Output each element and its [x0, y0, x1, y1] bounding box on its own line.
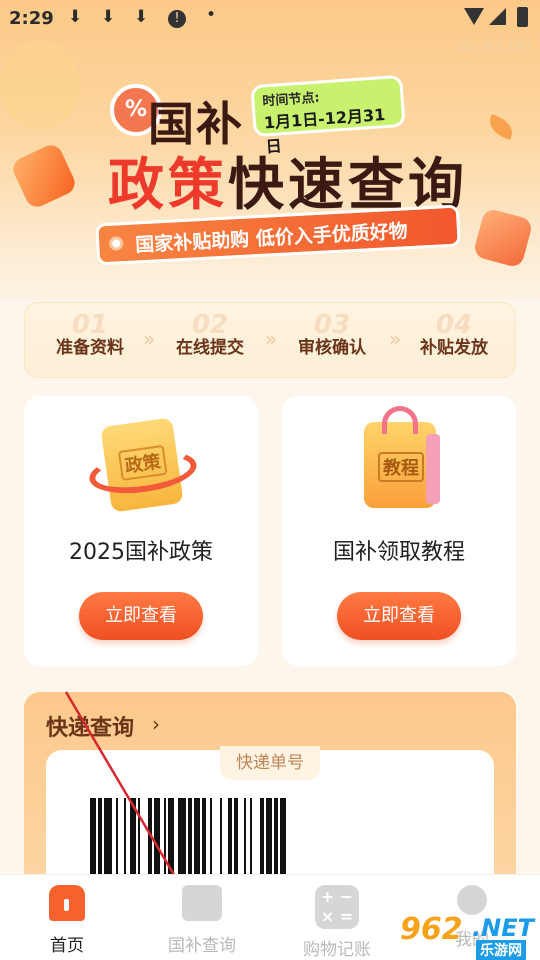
notification-dot: •	[206, 5, 217, 25]
barcode-image	[90, 798, 450, 878]
download-icon: ⬇	[134, 7, 149, 27]
percent-symbol: %	[124, 97, 148, 122]
nav-subsidy-query[interactable]: 国补查询	[152, 885, 252, 956]
site-logo: 962 .NET 乐游网	[400, 912, 540, 960]
nav-label: 首页	[50, 936, 84, 956]
decor-blob	[0, 40, 80, 130]
download-icon: ⬇	[101, 7, 116, 27]
logo-domain: .NET	[472, 914, 534, 942]
nav-label: 购物记账	[303, 940, 371, 960]
tutorial-tag: 教程	[378, 452, 424, 482]
logo-name: 乐游网	[476, 940, 526, 960]
nav-label: 国补查询	[168, 936, 236, 956]
chevron-right-icon[interactable]: ›	[152, 712, 160, 736]
card-title: 国补领取教程	[332, 540, 465, 565]
banner-title-red: 政策	[108, 153, 228, 218]
status-bar: 2:29 ⬇ ⬇ ⬇ ! •	[0, 0, 540, 38]
view-tutorial-button[interactable]: 立即查看	[337, 592, 461, 640]
nav-shopping-ledger[interactable]: + − × = 购物记账	[287, 885, 387, 960]
red-envelope-decoration-right	[472, 207, 534, 269]
step-label: 审核确认	[298, 338, 366, 358]
user-icon	[457, 885, 487, 915]
ticket-icon	[182, 885, 222, 921]
policy-tag: 政策	[117, 444, 168, 481]
download-icon: ⬇	[68, 7, 83, 27]
battery-icon	[517, 7, 528, 27]
step-1: 01 准备资料	[35, 311, 145, 358]
status-time: 2:29	[9, 8, 54, 29]
policy-card[interactable]: 政策 2025国补政策 立即查看	[24, 396, 258, 666]
logo-number: 962	[400, 912, 463, 947]
wifi-icon	[464, 8, 484, 25]
slogan-dot-icon	[108, 236, 124, 251]
step-3: 03 审核确认	[277, 311, 387, 358]
signal-icon	[489, 8, 506, 25]
card-title: 2025国补政策	[69, 540, 213, 565]
express-title[interactable]: 快递查询	[46, 710, 134, 742]
slogan-text: 国家补贴助购 低价入手优质好物	[134, 220, 409, 257]
watermark-id: ID:d61389	[458, 40, 532, 56]
double-chevron-icon: »	[265, 327, 278, 351]
alert-icon: !	[168, 10, 186, 28]
policy-document-icon: 政策	[86, 417, 200, 513]
red-envelope-decoration	[9, 141, 79, 211]
calculator-icon: + − × =	[315, 885, 359, 929]
double-chevron-icon: »	[143, 327, 156, 351]
step-label: 准备资料	[56, 338, 124, 358]
nav-home[interactable]: 首页	[17, 885, 117, 956]
home-icon	[49, 885, 85, 921]
process-steps: 01 准备资料 » 02 在线提交 » 03 审核确认 » 04 补贴发放	[24, 302, 516, 378]
leaf-decoration	[485, 114, 517, 140]
bag-handle	[382, 406, 418, 434]
calculator-symbols-row2: × =	[320, 907, 354, 926]
step-2: 02 在线提交	[155, 311, 265, 358]
step-label: 补贴发放	[420, 338, 488, 358]
date-badge: 时间节点: 1月1日-12月31日	[250, 74, 406, 156]
tutorial-bag-icon: 教程	[364, 406, 440, 508]
bag-side	[426, 434, 440, 504]
tutorial-card[interactable]: 教程 国补领取教程 立即查看	[282, 396, 516, 666]
tracking-number-tab: 快递单号	[220, 746, 320, 780]
step-label: 在线提交	[176, 338, 244, 358]
calculator-symbols-row1: + −	[320, 887, 354, 906]
view-policy-button[interactable]: 立即查看	[79, 592, 203, 640]
step-4: 04 补贴发放	[399, 311, 509, 358]
